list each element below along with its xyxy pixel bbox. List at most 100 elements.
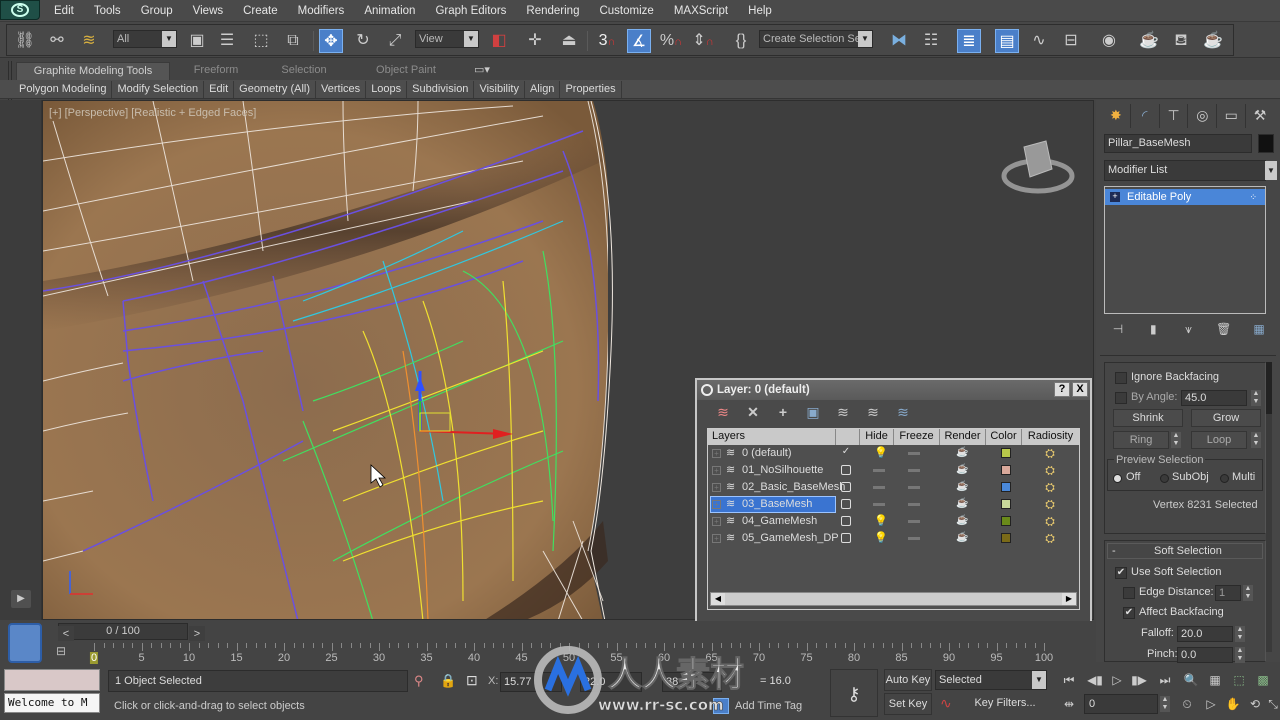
display-icon[interactable]: ▭ bbox=[1217, 104, 1247, 128]
pan-view-icon[interactable]: ✋ bbox=[1222, 697, 1244, 711]
layer-name[interactable]: 04_GameMesh bbox=[742, 513, 817, 530]
layer-row[interactable]: + ≋ 04_GameMesh 💡 ☕ ⛭ bbox=[708, 513, 1079, 530]
stack-item-editable-poly[interactable]: + Editable Poly ⁘ bbox=[1105, 189, 1265, 205]
angle-snap-icon[interactable]: ∡ bbox=[627, 29, 651, 53]
falloff-spinner[interactable]: ▲ ▼ bbox=[1235, 626, 1245, 642]
soft-selection-header[interactable]: - Soft Selection bbox=[1107, 543, 1263, 559]
by-angle-checkbox[interactable] bbox=[1115, 392, 1127, 404]
menu-customize[interactable]: Customize bbox=[589, 3, 663, 19]
edge-distance-checkbox[interactable] bbox=[1123, 587, 1135, 599]
graphite-toggle-icon[interactable]: ▤ bbox=[995, 29, 1019, 53]
object-name-field[interactable]: Pillar_BaseMesh bbox=[1104, 134, 1252, 153]
named-selection-set-dropdown[interactable]: Create Selection Se ▼ bbox=[759, 30, 873, 48]
current-layer-toggle[interactable] bbox=[841, 499, 851, 509]
menu-help[interactable]: Help bbox=[738, 3, 782, 19]
delete-layer-icon[interactable]: ✕ bbox=[743, 404, 763, 421]
menu-tools[interactable]: Tools bbox=[84, 3, 131, 19]
go-to-end-icon[interactable]: ⏭ bbox=[1154, 673, 1176, 688]
preview-subobj-radio[interactable] bbox=[1160, 474, 1169, 483]
maxscript-listener-mini[interactable] bbox=[4, 669, 100, 691]
window-crossing-icon[interactable]: ⧉ bbox=[281, 29, 305, 53]
rendered-frame-window-icon[interactable]: ⛾ bbox=[1169, 29, 1193, 53]
panel-properties[interactable]: Properties bbox=[560, 81, 622, 98]
panel-visibility[interactable]: Visibility bbox=[474, 81, 525, 98]
layer-row[interactable]: + ≋ 0 (default) ✓ 💡 ☕ ⛭ bbox=[708, 445, 1079, 462]
pin-stack-icon[interactable]: ⊣ bbox=[1106, 322, 1130, 337]
scroll-left-icon[interactable]: ◀ bbox=[711, 593, 725, 605]
show-end-result-icon[interactable]: ▮ bbox=[1141, 322, 1165, 337]
expand-icon[interactable]: + bbox=[1110, 192, 1120, 202]
column-hide[interactable]: Hide bbox=[860, 429, 894, 445]
bind-space-warp-icon[interactable]: ≋ bbox=[77, 29, 101, 53]
motion-icon[interactable]: ◎ bbox=[1188, 104, 1218, 128]
falloff-input[interactable]: 20.0 bbox=[1177, 626, 1233, 642]
maximize-viewport-icon[interactable]: ⤡ bbox=[1262, 697, 1280, 712]
panel-geometry-all[interactable]: Geometry (All) bbox=[234, 81, 317, 98]
horizontal-scrollbar[interactable]: ◀ ▶ bbox=[710, 592, 1077, 606]
command-panel-scrollbar[interactable] bbox=[1266, 362, 1272, 652]
menu-views[interactable]: Views bbox=[183, 3, 233, 19]
render-teapot-icon[interactable]: ☕ bbox=[956, 481, 968, 492]
freeze-toggle[interactable] bbox=[908, 520, 920, 523]
absolute-mode-transform-icon[interactable]: ⊡ bbox=[466, 672, 478, 689]
loop-spinner[interactable]: ▲ ▼ bbox=[1251, 432, 1261, 448]
radiosity-icon[interactable]: ⛭ bbox=[1042, 479, 1058, 495]
frame-ruler[interactable]: 0 5 10 15 20 25 30 35 40 45 50 55 60 65 70 75 80 85 90 95 10… bbox=[89, 643, 1053, 665]
expand-icon[interactable]: + bbox=[712, 483, 721, 492]
current-layer-toggle[interactable] bbox=[841, 465, 851, 475]
percent-snap-icon[interactable]: %∩ bbox=[659, 29, 683, 53]
scrollbar-thumb[interactable] bbox=[1266, 362, 1272, 414]
viewport-label[interactable]: [+] [Perspective] [Realistic + Edged Fac… bbox=[49, 107, 256, 119]
radiosity-icon[interactable]: ⛭ bbox=[1042, 445, 1058, 461]
dialog-title-bar[interactable]: Layer: 0 (default) ? X bbox=[697, 380, 1090, 400]
select-and-rotate-icon[interactable]: ↻ bbox=[351, 29, 375, 53]
layer-name[interactable]: 0 (default) bbox=[742, 445, 792, 462]
current-layer-toggle[interactable] bbox=[841, 516, 851, 526]
column-render[interactable]: Render bbox=[940, 429, 986, 445]
render-teapot-icon[interactable]: ☕ bbox=[956, 515, 968, 526]
preview-multi-radio[interactable] bbox=[1220, 474, 1229, 483]
zoom-icon[interactable]: 🔍 bbox=[1180, 673, 1202, 687]
key-mode-dropdown[interactable]: Selected ▼ bbox=[935, 670, 1047, 690]
create-icon[interactable]: ✸ bbox=[1102, 104, 1131, 128]
panel-vertices[interactable]: Vertices bbox=[316, 81, 367, 98]
render-setup-icon[interactable]: ☕ bbox=[1137, 29, 1161, 53]
set-keys-button[interactable]: ⚷ bbox=[830, 669, 878, 717]
by-angle-input[interactable]: 45.0 bbox=[1181, 390, 1247, 406]
use-soft-selection-checkbox[interactable]: ✔ bbox=[1115, 567, 1127, 579]
time-slider-thumb[interactable]: < 0 / 100 > bbox=[58, 623, 205, 643]
maxscript-output[interactable]: Welcome to M bbox=[4, 693, 100, 713]
z-coordinate-field[interactable]: 88 bbox=[662, 672, 722, 692]
render-teapot-icon[interactable]: ☕ bbox=[956, 447, 968, 458]
panel-subdivision[interactable]: Subdivision bbox=[407, 81, 475, 98]
current-layer-toggle[interactable] bbox=[841, 482, 851, 492]
layer-color-swatch[interactable] bbox=[1001, 482, 1011, 492]
layer-color-swatch[interactable] bbox=[1001, 533, 1011, 543]
menu-rendering[interactable]: Rendering bbox=[516, 3, 589, 19]
tab-graphite-modeling-tools[interactable]: Graphite Modeling Tools bbox=[16, 62, 170, 80]
select-and-scale-icon[interactable]: ⤢ bbox=[383, 29, 407, 53]
ignore-backfacing-checkbox[interactable] bbox=[1115, 372, 1127, 384]
current-layer-toggle[interactable] bbox=[841, 533, 851, 543]
layer-row[interactable]: + ≋ 01_NoSilhouette ☕ ⛭ bbox=[708, 462, 1079, 479]
column-radiosity[interactable]: Radiosity bbox=[1022, 429, 1079, 445]
modifier-list-dropdown[interactable]: Modifier List ▼ bbox=[1104, 160, 1277, 181]
panel-polygon-modeling[interactable]: Polygon Modeling bbox=[14, 81, 113, 98]
utilities-icon[interactable]: ⚒ bbox=[1246, 104, 1274, 128]
next-key-icon[interactable]: ▮▶ bbox=[1128, 673, 1150, 687]
make-unique-icon[interactable]: ⩛ bbox=[1177, 322, 1201, 337]
align-icon[interactable]: ☷ bbox=[919, 29, 943, 53]
ribbon-options-icon[interactable]: ▭▾ bbox=[470, 62, 494, 80]
layer-row[interactable]: + ≋ 05_GameMesh_DP 💡 ☕ ⛭ bbox=[708, 530, 1079, 547]
select-by-name-icon[interactable]: ☰ bbox=[215, 29, 239, 53]
select-manipulate-icon[interactable]: ✛ bbox=[523, 29, 547, 53]
grow-button[interactable]: Grow bbox=[1191, 409, 1261, 427]
current-frame-input[interactable]: 0 bbox=[1084, 694, 1158, 714]
layer-row[interactable]: + ≋ 03_BaseMesh ☕ ⛭ bbox=[708, 496, 1079, 513]
by-angle-spinner[interactable]: ▲ ▼ bbox=[1251, 390, 1261, 406]
menu-modifiers[interactable]: Modifiers bbox=[288, 3, 355, 19]
field-of-view-icon[interactable]: ▷ bbox=[1200, 697, 1222, 711]
affect-backfacing-checkbox[interactable]: ✔ bbox=[1123, 607, 1135, 619]
panel-align[interactable]: Align bbox=[525, 81, 561, 98]
render-teapot-icon[interactable]: ☕ bbox=[956, 464, 968, 475]
